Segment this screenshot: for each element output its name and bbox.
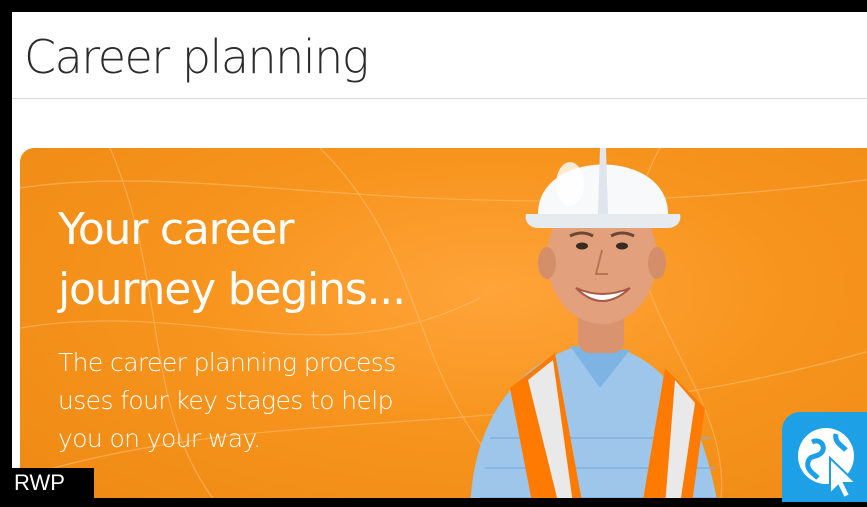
worker-illustration [470,148,718,498]
globe-cursor-icon[interactable] [782,412,867,502]
header-divider [12,98,867,99]
hero-description: The career planning process uses four ke… [58,348,396,453]
hero-banner: Your career journey begins... The career… [20,148,867,498]
page-title: Career planning [24,30,369,84]
page-frame: Career planning Your career journey begi… [12,12,867,498]
globe-cursor-icon-graphic [798,428,859,500]
rwp-watermark: RWP [0,468,94,498]
hero-headline: Your career journey begins... [58,204,406,315]
